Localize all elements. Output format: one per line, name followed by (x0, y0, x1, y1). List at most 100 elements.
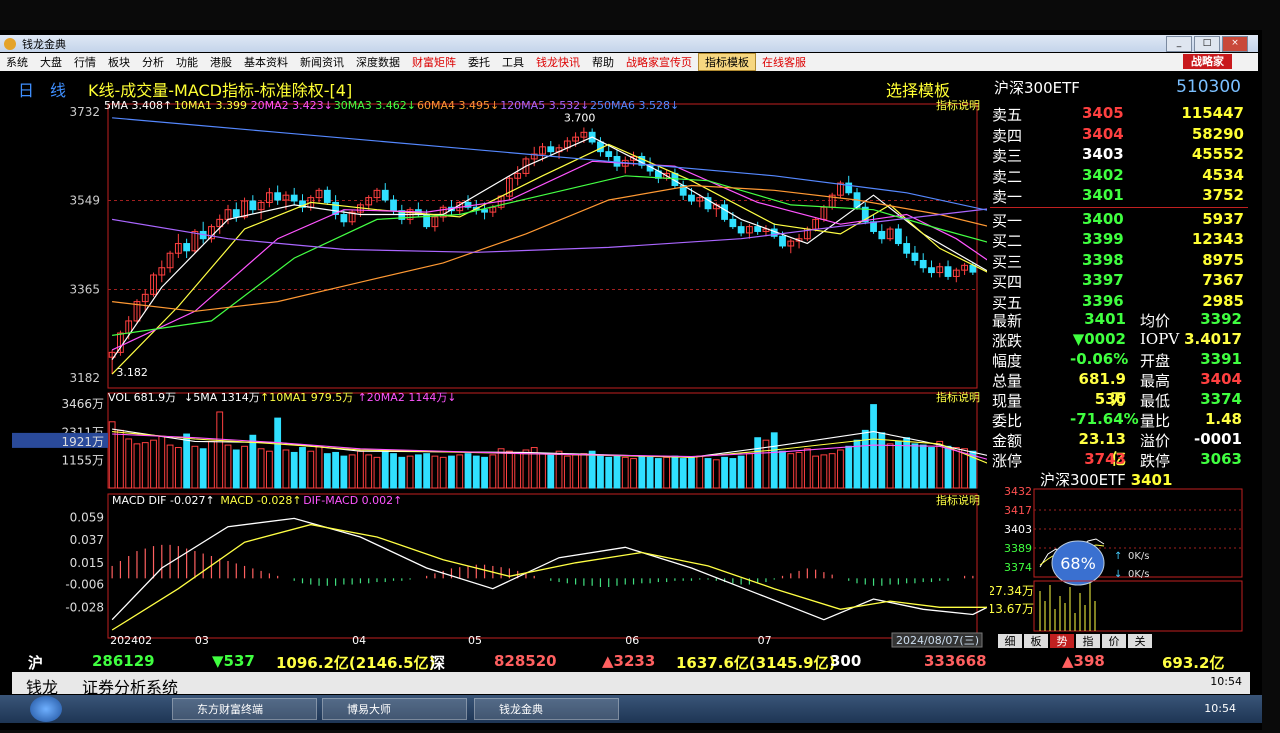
menu-item-17[interactable]: 在线客服 (756, 54, 812, 70)
vol-legend-item: ↑20MA2 1144万↓ (358, 391, 457, 404)
volume-bar (712, 459, 720, 489)
menu-bar: 系统 大盘 行情 板块 分析 功能 港股 基本资料 新闻资讯 深度数据 财富矩阵 委托 工具 钱龙快讯 帮助… (0, 53, 1258, 71)
mini-tab[interactable]: 细 (998, 634, 1022, 648)
maximize-button[interactable]: □ (1194, 36, 1220, 52)
macd-tick: 0.059 (70, 510, 104, 524)
volume-bar (663, 456, 671, 489)
menu-item-11[interactable]: 委托 (462, 54, 496, 70)
menu-item-12[interactable]: 工具 (496, 54, 530, 70)
mini-intraday-chart[interactable]: 3432 3417 3403 3389 3374 68% ↑ 0K/s ↓ 0K/s 27.34万 1… (988, 469, 1248, 649)
ob-volume: 2985 (1202, 291, 1244, 310)
ob-label: 卖五 (992, 106, 1023, 124)
mini-tab[interactable]: 势 (1050, 634, 1074, 648)
mini-chart[interactable]: 沪深300ETF 3401 3432 3417 3403 3389 3374 68% ↑ 0K… (988, 469, 1248, 649)
menu-item-13[interactable]: 钱龙快讯 (530, 54, 586, 70)
volume-bar (654, 458, 662, 489)
menu-item-10[interactable]: 财富矩阵 (406, 54, 462, 70)
taskbar-item-eastmoney[interactable]: 东方财富终端 (172, 698, 317, 720)
x-axis-label: 06 (625, 634, 639, 647)
volume-bar (861, 429, 869, 489)
stat-label: IOPV (1140, 330, 1180, 348)
menu-item-15[interactable]: 战略家宣传页 (620, 54, 698, 70)
stat-value: -0.06% (1070, 350, 1129, 368)
ob-price: 3403 (1082, 145, 1124, 163)
start-button[interactable] (30, 696, 62, 722)
menu-item-0[interactable]: 系统 (0, 54, 34, 70)
close-button[interactable]: × (1222, 36, 1248, 52)
ask-row[interactable]: 卖二 3402 4534 (990, 166, 1248, 187)
volume-bar (125, 438, 133, 489)
volume-bar (199, 448, 207, 489)
volume-bar (216, 411, 224, 489)
ticker-item: ▲3233 (602, 652, 656, 670)
ob-price: 3405 (1082, 104, 1124, 122)
macd-tick: -0.006 (65, 578, 104, 592)
volume-bar (406, 455, 414, 489)
stat-label: 幅度 (992, 352, 1023, 370)
taskbar: 东方财富终端 博易大师 钱龙金典 10:54 (0, 695, 1262, 723)
stat-value: -0001 (1194, 430, 1242, 448)
menu-item-16[interactable]: 指标模板 (698, 53, 756, 71)
volume-bar (505, 450, 513, 489)
menu-item-14[interactable]: 帮助 (586, 54, 620, 70)
volume-bar (265, 450, 273, 489)
ask-row[interactable]: 卖三 3403 45552 (990, 145, 1248, 166)
menu-item-2[interactable]: 行情 (68, 54, 102, 70)
ask-row[interactable]: 卖五 3405 115447 (990, 104, 1248, 125)
mini-tab[interactable]: 板 (1024, 634, 1048, 648)
ticker-item: 沪 (28, 654, 44, 672)
volume-bar (514, 451, 522, 489)
menu-item-7[interactable]: 基本资料 (238, 54, 294, 70)
menu-item-1[interactable]: 大盘 (34, 54, 68, 70)
volume-bar (290, 451, 298, 489)
mini-tab-label: 势 (1057, 635, 1068, 648)
mini-tab[interactable]: 关 (1128, 634, 1152, 648)
volume-tick-label: 1921万 (61, 435, 104, 449)
volume-bar (448, 455, 455, 489)
volume-bar (373, 456, 381, 489)
taskbar-item-boyi[interactable]: 博易大师 (322, 698, 467, 720)
brand-button[interactable]: 战略家 (1183, 54, 1232, 69)
stat-label: 量比 (1140, 412, 1171, 430)
stock-name: 沪深300ETF (994, 79, 1080, 97)
menu-item-9[interactable]: 深度数据 (350, 54, 406, 70)
chart-header: 日 线 K线-成交量-MACD指标-标准除权-[4] 选择模板 (12, 74, 987, 100)
menu-item-3[interactable]: 板块 (102, 54, 136, 70)
stat-label: 均价 (1140, 312, 1171, 330)
menu-item-5[interactable]: 功能 (170, 54, 204, 70)
candle-body (547, 146, 555, 153)
candle-body (249, 200, 257, 211)
high-annotation: 3.700 (564, 112, 596, 125)
stat-value: 3063 (1200, 450, 1242, 468)
ticker-item: 828520 (494, 652, 557, 670)
ask-row[interactable]: 卖四 3404 58290 (990, 125, 1248, 146)
volume-bar (837, 449, 844, 489)
volume-bar (183, 433, 191, 489)
bid-row[interactable]: 买二 3399 12343 (990, 230, 1248, 251)
taskbar-item-qianlong[interactable]: 钱龙金典 (474, 698, 619, 720)
price-tick: 3365 (69, 282, 100, 296)
main-panel: 日 线 K线-成交量-MACD指标-标准除权-[4] 选择模板 沪深300ETF… (12, 74, 1250, 649)
vol-legend-item: ↑10MA1 979.5万 (260, 391, 353, 404)
volume-bar (472, 455, 480, 489)
bid-row[interactable]: 买四 3397 7367 (990, 271, 1248, 292)
minimize-button[interactable]: _ (1166, 36, 1192, 52)
menu-item-8[interactable]: 新闻资讯 (294, 54, 350, 70)
ob-price: 3399 (1082, 230, 1124, 248)
mini-tab[interactable]: 指 (1076, 634, 1100, 648)
bid-row[interactable]: 买三 3398 8975 (990, 251, 1248, 272)
stat-row: 涨停 3743 跌停 3063 (990, 450, 1248, 470)
bid-row[interactable]: 买五 3396 2985 (990, 292, 1248, 313)
candle-body (274, 192, 282, 201)
mini-tab[interactable]: 价 (1102, 634, 1126, 648)
ob-price: 3398 (1082, 250, 1124, 269)
menu-item-6[interactable]: 港股 (204, 54, 238, 70)
stat-label: 涨停 (992, 452, 1023, 470)
ask-row[interactable]: 卖一 3401 3752 (990, 186, 1248, 207)
candle-body (870, 221, 877, 232)
kline-chart[interactable]: 3732 3549 3365 3182 5MA 3.408↑ 10MA1 3.399 20M… (12, 98, 987, 650)
volume-bar (489, 454, 497, 489)
menu-item-4[interactable]: 分析 (136, 54, 170, 70)
volume-bar (166, 444, 174, 489)
bid-row[interactable]: 买一 3400 5937 (990, 210, 1248, 231)
